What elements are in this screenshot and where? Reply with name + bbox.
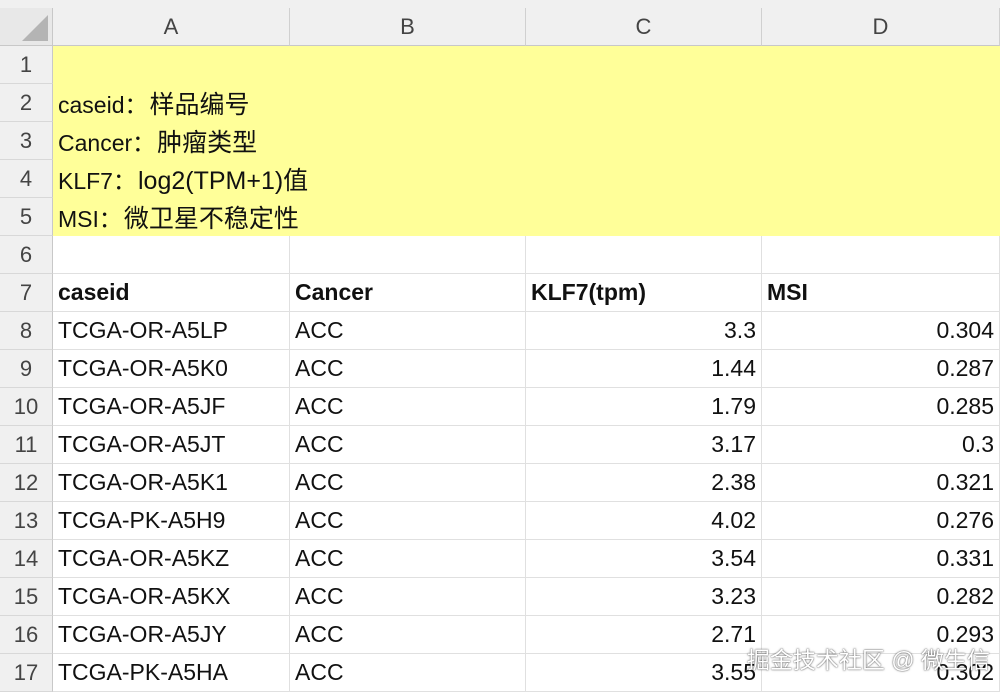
row-header-10[interactable]: 10 (0, 388, 53, 426)
table-cell-klf7[interactable]: 3.3 (526, 312, 762, 350)
note-key: MSI： (58, 206, 122, 232)
table-cell-cancer[interactable]: ACC (290, 654, 526, 692)
column-header-b[interactable]: B (290, 8, 526, 46)
table-cell-caseid[interactable]: TCGA-OR-A5KZ (53, 540, 290, 578)
note-line-msi[interactable]: MSI： 微卫星不稳定性 (58, 198, 299, 236)
table-header-msi[interactable]: MSI (762, 274, 1000, 312)
table-cell-cancer[interactable]: ACC (290, 578, 526, 616)
table-cell-cancer[interactable]: ACC (290, 312, 526, 350)
row-header-8[interactable]: 8 (0, 312, 53, 350)
table-cell-klf7[interactable]: 3.54 (526, 540, 762, 578)
row-header-12[interactable]: 12 (0, 464, 53, 502)
notes-highlight-block[interactable]: caseid： 样品编号 Cancer： 肿瘤类型 KLF7： log2(TPM+1)… (53, 46, 1000, 236)
table-cell-klf7[interactable]: 1.44 (526, 350, 762, 388)
table-cell-msi[interactable]: 0.285 (762, 388, 1000, 426)
row-header-13[interactable]: 13 (0, 502, 53, 540)
table-cell-msi[interactable]: 0.304 (762, 312, 1000, 350)
row-header-2[interactable]: 2 (0, 84, 53, 122)
row-header-16[interactable]: 16 (0, 616, 53, 654)
column-header-c[interactable]: C (526, 8, 762, 46)
table-cell-cancer[interactable]: ACC (290, 464, 526, 502)
table-cell-klf7[interactable]: 2.38 (526, 464, 762, 502)
table-cell-cancer[interactable]: ACC (290, 388, 526, 426)
table-cell-msi[interactable]: 0.3 (762, 426, 1000, 464)
note-key: Cancer： (58, 130, 156, 156)
table-cell-cancer[interactable]: ACC (290, 350, 526, 388)
row-header-9[interactable]: 9 (0, 350, 53, 388)
row-header-6[interactable]: 6 (0, 236, 53, 274)
table-cell-caseid[interactable]: TCGA-OR-A5JF (53, 388, 290, 426)
table-cell-caseid[interactable]: TCGA-PK-A5H9 (53, 502, 290, 540)
table-cell-msi[interactable]: 0.282 (762, 578, 1000, 616)
select-all-button[interactable] (0, 8, 53, 46)
cell-a6[interactable] (53, 236, 290, 274)
table-cell-klf7[interactable]: 4.02 (526, 502, 762, 540)
table-header-caseid[interactable]: caseid (53, 274, 290, 312)
spreadsheet: A B C D 1 2 3 4 5 6 7 8 9 10 11 12 13 14… (0, 0, 1000, 693)
table-cell-klf7[interactable]: 3.17 (526, 426, 762, 464)
row-header-5[interactable]: 5 (0, 198, 53, 236)
row-header-1[interactable]: 1 (0, 46, 53, 84)
note-value: 微卫星不稳定性 (123, 205, 299, 233)
ribbon-edge (0, 0, 1000, 8)
note-key: caseid： (58, 92, 148, 118)
row-header-4[interactable]: 4 (0, 160, 53, 198)
table-cell-caseid[interactable]: TCGA-PK-A5HA (53, 654, 290, 692)
note-line-klf7[interactable]: KLF7： log2(TPM+1)值 (58, 160, 308, 198)
watermark-text: 掘金技术社区 @ 微生信 (746, 647, 990, 673)
table-cell-caseid[interactable]: TCGA-OR-A5KX (53, 578, 290, 616)
note-value: 样品编号 (149, 91, 250, 119)
table-cell-klf7[interactable]: 1.79 (526, 388, 762, 426)
row-header-15[interactable]: 15 (0, 578, 53, 616)
note-value: 肿瘤类型 (157, 129, 258, 157)
table-cell-cancer[interactable]: ACC (290, 616, 526, 654)
table-cell-klf7[interactable]: 2.71 (526, 616, 762, 654)
column-header-d[interactable]: D (762, 8, 1000, 46)
table-cell-msi[interactable]: 0.321 (762, 464, 1000, 502)
cell-d6[interactable] (762, 236, 1000, 274)
note-value: log2(TPM+1)值 (137, 167, 309, 195)
table-cell-msi[interactable]: 0.287 (762, 350, 1000, 388)
table-cell-cancer[interactable]: ACC (290, 426, 526, 464)
cell-c6[interactable] (526, 236, 762, 274)
row-header-7[interactable]: 7 (0, 274, 53, 312)
table-cell-caseid[interactable]: TCGA-OR-A5K1 (53, 464, 290, 502)
table-cell-msi[interactable]: 0.331 (762, 540, 1000, 578)
row-header-11[interactable]: 11 (0, 426, 53, 464)
row-header-14[interactable]: 14 (0, 540, 53, 578)
note-line-cancer[interactable]: Cancer： 肿瘤类型 (58, 122, 257, 160)
table-cell-caseid[interactable]: TCGA-OR-A5K0 (53, 350, 290, 388)
table-cell-cancer[interactable]: ACC (290, 540, 526, 578)
note-line-caseid[interactable]: caseid： 样品编号 (58, 84, 250, 122)
row-header-3[interactable]: 3 (0, 122, 53, 160)
note-key: KLF7： (58, 168, 136, 194)
table-cell-klf7[interactable]: 3.23 (526, 578, 762, 616)
table-cell-caseid[interactable]: TCGA-OR-A5JY (53, 616, 290, 654)
cell-b6[interactable] (290, 236, 526, 274)
cell-grid: caseid： 样品编号 Cancer： 肿瘤类型 KLF7： log2(TPM+1)… (53, 46, 1000, 693)
table-cell-cancer[interactable]: ACC (290, 502, 526, 540)
table-header-cancer[interactable]: Cancer (290, 274, 526, 312)
table-cell-caseid[interactable]: TCGA-OR-A5LP (53, 312, 290, 350)
row-header-17[interactable]: 17 (0, 654, 53, 692)
select-all-triangle-icon (22, 15, 48, 41)
column-header-a[interactable]: A (53, 8, 290, 46)
table-header-klf7[interactable]: KLF7(tpm) (526, 274, 762, 312)
table-cell-msi[interactable]: 0.276 (762, 502, 1000, 540)
table-cell-caseid[interactable]: TCGA-OR-A5JT (53, 426, 290, 464)
table-cell-klf7[interactable]: 3.55 (526, 654, 762, 692)
